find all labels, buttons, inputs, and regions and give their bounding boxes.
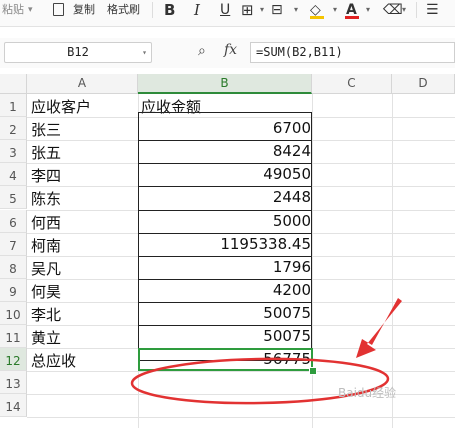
grid-line xyxy=(27,117,455,119)
fx-icon[interactable]: fx xyxy=(224,42,237,58)
grid-line xyxy=(27,417,455,419)
chevron-down-icon[interactable]: ▾ xyxy=(142,43,147,62)
row-header-14[interactable]: 14 xyxy=(0,394,27,418)
bold-button[interactable]: B xyxy=(164,0,175,22)
cell-b4[interactable]: 49050 xyxy=(139,165,311,183)
row-header-13[interactable]: 13 xyxy=(0,371,27,395)
row-header-6[interactable]: 6 xyxy=(0,209,27,233)
cell-b6[interactable]: 5000 xyxy=(139,212,311,230)
paste-button[interactable]: 粘贴 xyxy=(2,0,24,22)
grid-line xyxy=(312,94,313,428)
row-header-12[interactable]: 12 xyxy=(0,348,27,372)
cell-b9[interactable]: 4200 xyxy=(139,281,311,299)
column-header-b[interactable]: B xyxy=(138,74,312,94)
range-border-line xyxy=(138,209,312,211)
range-border-line xyxy=(138,163,312,165)
italic-button[interactable]: I xyxy=(194,0,200,22)
column-header-d[interactable]: D xyxy=(392,74,455,94)
chevron-down-icon[interactable]: ▾ xyxy=(294,0,298,22)
cell-b7[interactable]: 1195338.45 xyxy=(139,235,311,253)
align-icon[interactable]: ☰ xyxy=(426,0,439,22)
range-border-line xyxy=(138,186,312,188)
toolbar-divider xyxy=(152,2,153,18)
cell-a1[interactable]: 应收客户 xyxy=(31,96,91,117)
zoom-icon[interactable]: ⌕ xyxy=(198,43,206,59)
chevron-down-icon[interactable]: ▾ xyxy=(333,0,337,22)
range-border-line xyxy=(138,325,312,326)
copy-button[interactable]: 复制 xyxy=(73,0,95,22)
cell-b3[interactable]: 8424 xyxy=(139,142,311,160)
chevron-down-icon[interactable]: ▾ xyxy=(366,0,370,22)
paste-dropdown-icon[interactable]: ▾ xyxy=(28,0,33,22)
font-color-swatch xyxy=(345,16,359,19)
cell-b5[interactable]: 2448 xyxy=(139,188,311,206)
row-header-3[interactable]: 3 xyxy=(0,140,27,164)
cell-a5[interactable]: 陈东 xyxy=(31,188,61,209)
select-all-corner[interactable] xyxy=(0,74,27,94)
fill-handle[interactable] xyxy=(309,367,317,376)
cell-b10[interactable]: 50075 xyxy=(139,304,311,322)
underline-button[interactable]: U xyxy=(220,0,230,22)
cell-a9[interactable]: 何昊 xyxy=(31,281,61,302)
cell-a3[interactable]: 张五 xyxy=(31,142,61,163)
chevron-down-icon[interactable]: ▾ xyxy=(402,0,406,22)
merge-cells-icon[interactable]: ⊟ xyxy=(271,0,283,22)
row-header-5[interactable]: 5 xyxy=(0,186,27,210)
chevron-down-icon[interactable]: ▾ xyxy=(260,0,264,22)
cell-b2[interactable]: 6700 xyxy=(139,119,311,137)
cell-a4[interactable]: 李四 xyxy=(31,165,61,186)
watermark: Baidu经验 xyxy=(338,386,397,400)
fill-color-swatch xyxy=(310,16,324,19)
grid-line xyxy=(27,371,455,373)
formula-input[interactable]: =SUM(B2,B11) xyxy=(250,42,455,63)
row-header-2[interactable]: 2 xyxy=(0,117,27,141)
row-header-8[interactable]: 8 xyxy=(0,255,27,279)
formula-bar: B12 ▾ ⌕ fx =SUM(B2,B11) xyxy=(0,38,455,68)
column-header-a[interactable]: A xyxy=(27,74,138,94)
name-box-value: B12 xyxy=(67,45,89,59)
cell-a12[interactable]: 总应收 xyxy=(31,350,76,371)
range-border-line xyxy=(138,278,312,280)
toolbar-divider xyxy=(416,2,417,18)
cell-b1[interactable]: 应收金额 xyxy=(141,96,313,117)
row-header-1[interactable]: 1 xyxy=(0,94,27,118)
grid-line xyxy=(392,94,393,428)
cell-a7[interactable]: 柯南 xyxy=(31,235,61,256)
range-border-line xyxy=(138,232,312,234)
copy-icon[interactable] xyxy=(53,3,64,16)
cell-b8[interactable]: 1796 xyxy=(139,258,311,276)
column-header-c[interactable]: C xyxy=(312,74,392,94)
cell-a2[interactable]: 张三 xyxy=(31,119,61,140)
format-painter-button[interactable]: 格式刷 xyxy=(107,0,140,22)
row-header-11[interactable]: 11 xyxy=(0,325,27,349)
cell-b11[interactable]: 50075 xyxy=(139,327,311,345)
row-header-9[interactable]: 9 xyxy=(0,278,27,302)
range-border-line xyxy=(138,140,312,142)
range-border-line xyxy=(138,255,312,257)
name-box[interactable]: B12 ▾ xyxy=(4,42,152,63)
row-header-4[interactable]: 4 xyxy=(0,163,27,187)
range-border-line xyxy=(138,301,312,303)
clear-format-icon[interactable]: ⌫ xyxy=(383,0,403,22)
cell-a8[interactable]: 吴凡 xyxy=(31,258,61,279)
cell-a10[interactable]: 李北 xyxy=(31,304,61,325)
toolbar: 粘贴 ▾ 复制 格式刷 B I U ⊞ ▾ ⊟ ▾ ◇ ▾ A ▾ ⌫ ▾ ☰ xyxy=(0,0,455,27)
row-header-7[interactable]: 7 xyxy=(0,232,27,256)
row-header-10[interactable]: 10 xyxy=(0,301,27,325)
border-icon[interactable]: ⊞ xyxy=(241,0,254,22)
selected-cell-b12[interactable] xyxy=(138,348,313,372)
cell-a6[interactable]: 何西 xyxy=(31,212,61,233)
cell-a11[interactable]: 黄立 xyxy=(31,327,61,348)
